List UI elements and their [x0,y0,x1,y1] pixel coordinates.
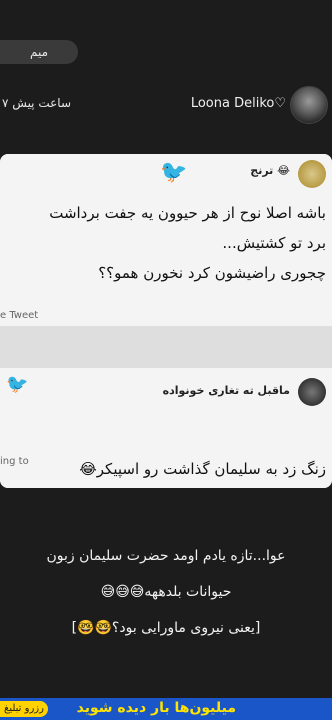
tweet-avatar [298,160,326,188]
tweet-handle: ماقبل ته تغاری خونواده [162,384,290,397]
tweet-card: 🐦 ترنج 😂 باشه اصلا نوح از هر حیوون یه جف… [0,154,332,326]
replying-to-label: ing to [0,456,29,467]
tweet-text-line: چجوری راضیشون کرد نخورن همو؟؟ [98,264,326,282]
caption-line: حیوانات بلدههه😅😅😅 [100,584,232,600]
tweet-handle: ترنج 😂 [250,164,290,177]
caption-line: عوا...تازه یادم اومد حضرت سلیمان زبون [46,548,286,564]
tweet-text-line: باشه اصلا نوح از هر حیوون یه جفت برداشت [49,204,326,222]
tweet-avatar [298,378,326,406]
image-divider [0,326,332,368]
post-image[interactable]: 🐦 ترنج 😂 باشه اصلا نوح از هر حیوون یه جف… [0,154,332,488]
avatar[interactable] [290,86,328,124]
post-time: ۷ ساعت پیش [2,96,71,110]
ad-text: میلیون‌ها بار دیده شوید [76,700,236,716]
category-chip[interactable]: میم [0,40,78,64]
caption-line: [یعنی نیروی ماورایی بود؟🤓🤓] [71,620,261,636]
ad-reserve-tag[interactable]: رزرو تبلیغ [0,701,48,717]
category-chip-label: میم [29,45,49,59]
tweet-text-line: زنگ زد به سلیمان گذاشت رو اسپیکر😂 [79,460,326,478]
tweet-text-line: برد تو کشتیش... [222,234,326,252]
tweet-footer: e Tweet [0,310,39,321]
ad-banner[interactable]: رزرو تبلیغ میلیون‌ها بار دیده شوید [0,698,332,720]
author-name[interactable]: Loona Deliko♡ [191,96,286,111]
twitter-bird-icon: 🐦 [160,160,188,185]
twitter-bird-icon: 🐦 [6,374,29,395]
post-header: ۷ ساعت پیش Loona Deliko♡ [0,84,332,128]
tweet-card: 🐦 ماقبل ته تغاری خونواده ing to زنگ زد ب… [0,368,332,488]
